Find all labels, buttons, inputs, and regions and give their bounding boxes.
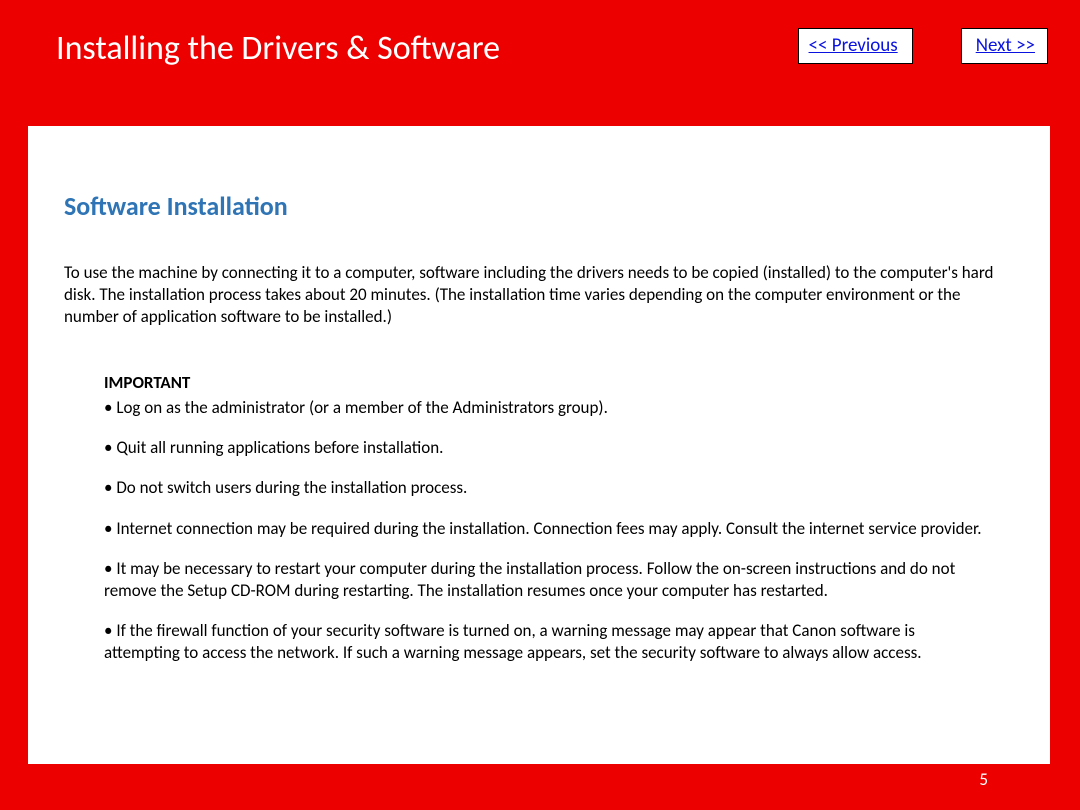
important-item: Internet connection may be required duri… bbox=[104, 518, 994, 540]
important-item: Quit all running applications before ins… bbox=[104, 437, 994, 459]
important-item: It may be necessary to restart your comp… bbox=[104, 558, 994, 602]
footer-wrapper: 5 bbox=[28, 764, 1050, 810]
important-item: If the firewall function of your securit… bbox=[104, 620, 994, 664]
important-item: Do not switch users during the installat… bbox=[104, 477, 994, 499]
next-button[interactable]: Next >> bbox=[961, 28, 1048, 64]
section-title: Software Installation bbox=[64, 190, 1014, 222]
nav-button-group: << Previous Next >> bbox=[798, 28, 1048, 64]
page-number: 5 bbox=[979, 769, 988, 790]
intro-paragraph: To use the machine by connecting it to a… bbox=[64, 262, 1014, 328]
important-label: IMPORTANT bbox=[104, 372, 994, 393]
header-bar: Installing the Drivers & Software << Pre… bbox=[0, 0, 1080, 126]
important-block: IMPORTANT Log on as the administrator (o… bbox=[64, 372, 1014, 664]
page-title: Installing the Drivers & Software bbox=[56, 28, 798, 69]
footer-bar: 5 bbox=[28, 764, 1050, 794]
important-item: Log on as the administrator (or a member… bbox=[104, 397, 994, 419]
previous-button[interactable]: << Previous bbox=[798, 28, 913, 64]
content-area: Software Installation To use the machine… bbox=[28, 126, 1050, 764]
